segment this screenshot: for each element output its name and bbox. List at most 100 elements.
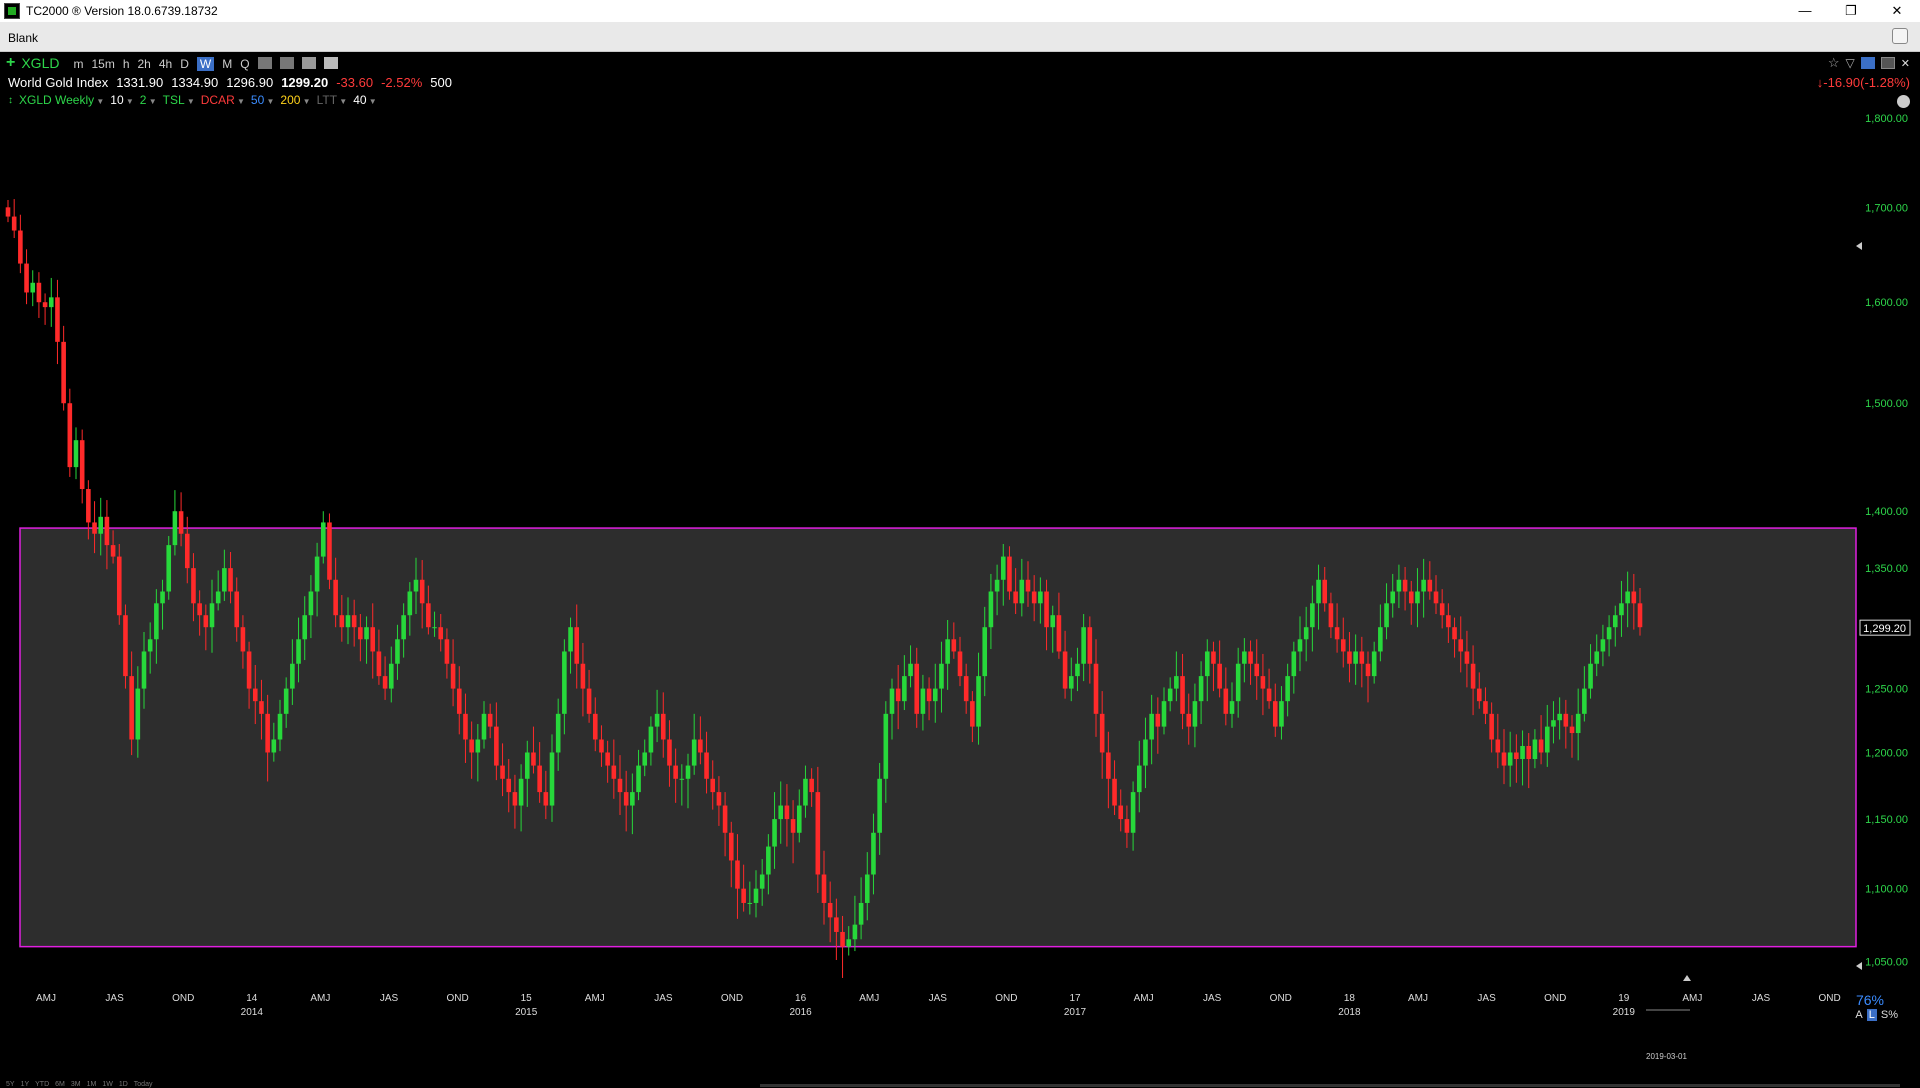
- candle-body: [1056, 615, 1062, 652]
- candle-body: [320, 522, 326, 557]
- dropdown-arrow-icon[interactable]: ▼: [185, 97, 195, 106]
- symbol-label[interactable]: XGLD: [21, 55, 59, 71]
- range-today[interactable]: Today: [134, 1081, 153, 1088]
- share-icon[interactable]: [1860, 57, 1875, 69]
- timeframe-h[interactable]: h: [123, 57, 130, 71]
- dropdown-arrow-icon[interactable]: ▼: [300, 97, 311, 106]
- axis-mode-percent[interactable]: S%: [1881, 1009, 1898, 1021]
- price-chart[interactable]: 1,800.00 1,700.00 1,600.00 1,500.00 1,400.00…: [0, 52, 1920, 1040]
- range-6m[interactable]: 6M: [55, 1081, 65, 1088]
- candle-body: [252, 688, 258, 702]
- close-button[interactable]: ✕: [1874, 0, 1920, 22]
- candle-body: [1149, 713, 1154, 740]
- range-5y[interactable]: 5Y: [6, 1081, 15, 1088]
- candle-body: [951, 639, 957, 652]
- timeframe-M[interactable]: M: [222, 57, 232, 71]
- candle-body: [345, 615, 351, 628]
- axis-scroll-up-icon[interactable]: [1856, 242, 1862, 250]
- minimize-button[interactable]: —: [1782, 0, 1828, 22]
- indicator-item[interactable]: TSL ▼: [163, 93, 195, 107]
- dropdown-arrow-icon[interactable]: ▼: [367, 97, 377, 106]
- horizontal-scrollbar[interactable]: [760, 1084, 1900, 1087]
- timeframe-2h[interactable]: 2h: [138, 57, 151, 71]
- indicator-toggle-icon[interactable]: ↕: [8, 95, 13, 106]
- close-chart-icon[interactable]: ✕: [1901, 57, 1910, 70]
- candle-body: [110, 545, 116, 557]
- candle-body: [1303, 627, 1309, 640]
- range-1w[interactable]: 1W: [102, 1081, 113, 1088]
- candle-body: [852, 924, 858, 940]
- x-axis-tick-label: AMJ: [1408, 993, 1428, 1004]
- range-ytd[interactable]: YTD: [35, 1081, 49, 1088]
- window-restore-icon[interactable]: [1892, 28, 1908, 44]
- x-axis-year-label: 2016: [789, 1007, 812, 1018]
- x-axis-tick-label: JAS: [380, 993, 399, 1004]
- axis-mode-auto[interactable]: A: [1855, 1009, 1862, 1021]
- axis-scroll-down-icon[interactable]: [1856, 962, 1862, 970]
- timeframe-4h[interactable]: 4h: [159, 57, 172, 71]
- eraser-icon[interactable]: [323, 57, 338, 69]
- y-axis-tick-label: 1,800.00: [1865, 113, 1908, 125]
- filter-icon[interactable]: ▽: [1846, 56, 1855, 70]
- timeframe-m[interactable]: m: [73, 57, 83, 71]
- dropdown-arrow-icon[interactable]: ▼: [235, 97, 245, 106]
- candle-body: [1396, 579, 1402, 592]
- candle-body: [86, 489, 91, 523]
- trading-range-box[interactable]: [19, 527, 1857, 948]
- indicator-item[interactable]: 40 ▼: [353, 93, 377, 107]
- dropdown-arrow-icon[interactable]: ▼: [146, 97, 157, 106]
- star-icon[interactable]: ☆: [1828, 55, 1840, 71]
- bar-style-icon[interactable]: [257, 57, 272, 69]
- range-1y[interactable]: 1Y: [21, 1081, 30, 1088]
- candle-body: [1427, 579, 1433, 592]
- candle-body: [1087, 627, 1093, 664]
- candle-body: [691, 739, 697, 766]
- indicator-item[interactable]: DCAR ▼: [201, 93, 245, 107]
- range-3m[interactable]: 3M: [71, 1081, 81, 1088]
- indicator-item[interactable]: 50 ▼: [251, 93, 275, 107]
- calculator-icon[interactable]: [279, 57, 294, 69]
- timeframe-Q[interactable]: Q: [240, 57, 249, 71]
- x-axis-tick-label: AMJ: [310, 993, 330, 1004]
- candle-body: [753, 888, 759, 903]
- dropdown-arrow-icon[interactable]: ▼: [94, 97, 104, 106]
- template-icon[interactable]: [1880, 57, 1895, 69]
- indicator-item[interactable]: 10 ▼: [110, 93, 134, 107]
- add-symbol-icon[interactable]: +: [6, 54, 15, 72]
- range-1m[interactable]: 1M: [87, 1081, 97, 1088]
- last-price: 1299.20: [281, 75, 329, 90]
- candle-body: [364, 627, 369, 640]
- indicator-item[interactable]: XGLD Weekly ▼: [19, 93, 104, 107]
- candle-body: [1483, 701, 1488, 714]
- range-1d[interactable]: 1D: [119, 1081, 128, 1088]
- candle-body: [1106, 752, 1111, 779]
- dropdown-arrow-icon[interactable]: ▼: [124, 97, 134, 106]
- timeframe-W[interactable]: W: [196, 56, 215, 71]
- candle-body: [1174, 676, 1179, 689]
- indicator-item[interactable]: 200 ▼: [280, 93, 310, 107]
- candle-body: [549, 752, 555, 806]
- axis-mode-log[interactable]: L: [1866, 1009, 1877, 1021]
- candle-body: [660, 713, 666, 740]
- chart-panel[interactable]: 1,800.00 1,700.00 1,600.00 1,500.00 1,400.00…: [0, 52, 1920, 1088]
- layout-tab-blank[interactable]: Blank: [8, 31, 38, 45]
- timeframe-15m[interactable]: 15m: [91, 57, 114, 71]
- indicator-item[interactable]: 2 ▼: [140, 93, 157, 107]
- candle-body: [840, 931, 845, 947]
- candle-body: [537, 765, 542, 793]
- y-axis-tick-label: 1,200.00: [1865, 747, 1908, 759]
- timeframe-D[interactable]: D: [180, 57, 189, 71]
- palette-icon[interactable]: [1897, 95, 1910, 108]
- dropdown-arrow-icon[interactable]: ▼: [264, 97, 275, 106]
- restore-window-button[interactable]: ❐: [1828, 0, 1874, 22]
- range-shortcuts: 5Y 1Y YTD 6M 3M 1M 1W 1D Today: [6, 1081, 152, 1088]
- dropdown-arrow-icon[interactable]: ▼: [337, 97, 347, 106]
- candle-body: [1235, 663, 1241, 702]
- candle-body: [1285, 676, 1290, 702]
- candle-body: [1470, 663, 1476, 689]
- candle-body: [1242, 651, 1247, 664]
- candle-body: [1007, 556, 1012, 592]
- pencil-icon[interactable]: [301, 57, 316, 69]
- zoom-level[interactable]: 76%: [1856, 992, 1884, 1008]
- indicator-item[interactable]: LTT ▼: [317, 93, 348, 107]
